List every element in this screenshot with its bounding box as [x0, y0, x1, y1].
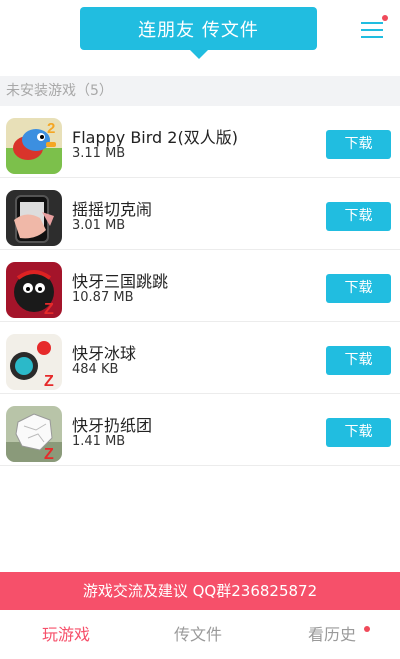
three-kingdoms-icon: Z — [6, 262, 62, 318]
uninstalled-games-header: 未安装游戏（5） — [0, 76, 400, 106]
hamburger-menu-icon[interactable] — [361, 15, 388, 40]
connect-friends-button[interactable]: 连朋友 传文件 — [80, 7, 317, 59]
app-name: 摇摇切克闹 — [72, 200, 153, 219]
notification-dot — [382, 15, 388, 21]
app-size: 10.87 MB — [72, 290, 134, 305]
list-item: Z 快牙冰球 484 KB 下载 — [0, 322, 400, 394]
list-item: Z 快牙三国跳跳 10.87 MB 下载 — [0, 250, 400, 322]
svg-text:Z: Z — [44, 373, 54, 390]
download-button[interactable]: 下载 — [326, 130, 391, 159]
list-item: 摇摇切克闹 3.01 MB 下载 — [0, 178, 400, 250]
app-name: 快牙扔纸团 — [72, 416, 153, 435]
app-size: 3.11 MB — [72, 146, 126, 161]
tab-transfer-files[interactable]: 传文件 — [148, 610, 248, 659]
app-size: 3.01 MB — [72, 218, 126, 233]
paper-toss-icon: Z — [6, 406, 62, 462]
tab-play-games[interactable]: 玩游戏 — [16, 610, 116, 659]
connect-friends-label: 连朋友 传文件 — [138, 19, 259, 41]
flappy-bird-icon: 2 — [6, 118, 62, 174]
app-name: 快牙冰球 — [72, 344, 137, 363]
download-button[interactable]: 下载 — [326, 346, 391, 375]
list-item: Z 快牙扔纸团 1.41 MB 下载 — [0, 394, 400, 466]
tab-history[interactable]: 看历史 — [282, 610, 382, 659]
download-button[interactable]: 下载 — [326, 274, 391, 303]
svg-text:Z: Z — [44, 446, 54, 462]
svg-text:2: 2 — [47, 120, 55, 137]
app-name: 快牙三国跳跳 — [72, 272, 169, 291]
download-button[interactable]: 下载 — [326, 418, 391, 447]
download-button[interactable]: 下载 — [326, 202, 391, 231]
bottom-tab-bar: 玩游戏 传文件 看历史 — [0, 610, 400, 659]
tooltip-pointer — [189, 50, 208, 59]
qq-group-banner[interactable]: 游戏交流及建议 QQ群236825872 — [0, 572, 400, 610]
top-header: 连朋友 传文件 — [0, 0, 400, 70]
notification-dot — [364, 626, 370, 632]
shake-phone-icon — [6, 190, 62, 246]
list-item: 2 Flappy Bird 2(双人版) 3.11 MB 下载 — [0, 106, 400, 178]
app-name: Flappy Bird 2(双人版) — [72, 128, 238, 147]
app-size: 1.41 MB — [72, 434, 126, 449]
app-size: 484 KB — [72, 362, 119, 377]
ice-hockey-icon: Z — [6, 334, 62, 390]
svg-text:Z: Z — [44, 301, 54, 318]
game-list: 2 Flappy Bird 2(双人版) 3.11 MB 下载 摇摇切克闹 3.… — [0, 106, 400, 466]
tab-history-label: 看历史 — [307, 625, 356, 644]
